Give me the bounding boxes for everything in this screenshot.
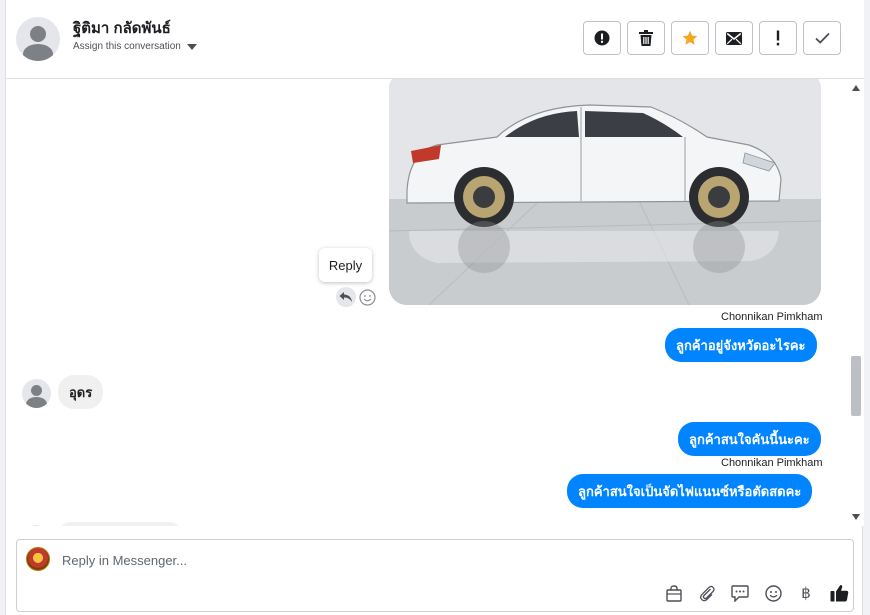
shopping-bag-icon	[666, 584, 682, 602]
reply-icon[interactable]	[336, 287, 356, 307]
smile-icon	[359, 289, 376, 306]
follow-up-button[interactable]	[759, 21, 797, 55]
car-photo-attachment[interactable]	[389, 79, 821, 305]
saved-reply-icon	[731, 584, 749, 602]
emoji-icon	[764, 584, 782, 602]
message-sender-name: Chonnikan Pimkham	[721, 311, 823, 323]
page-avatar	[26, 547, 50, 571]
contact-name[interactable]: ฐิติมา กลัดพันธ์	[73, 16, 171, 40]
outgoing-message[interactable]: ลูกค้าสนใจเป็นจัดไฟแนนซ์หรือตัดสดคะ	[567, 474, 813, 508]
check-icon	[814, 32, 830, 44]
reply-tooltip: Reply	[319, 248, 372, 282]
outgoing-message[interactable]: ลูกค้าสนใจคันนี้นะคะ	[678, 422, 821, 456]
attach-file-button[interactable]	[695, 582, 719, 604]
contact-avatar[interactable]	[16, 17, 60, 61]
customer-avatar-partial	[22, 525, 51, 526]
reply-input[interactable]: Reply in Messenger...	[62, 553, 187, 568]
avatar-head	[31, 385, 42, 396]
scrollbar-thumb[interactable]	[851, 356, 861, 416]
mark-unread-button[interactable]	[715, 21, 753, 55]
alert-circle-icon	[594, 30, 610, 46]
paperclip-icon	[699, 585, 715, 601]
outgoing-message[interactable]: ลูกค้าอยู่จังหวัดอะไรคะ	[665, 328, 817, 362]
baht-icon[interactable]: ฿	[794, 582, 818, 604]
emoji-button[interactable]	[761, 582, 785, 604]
saved-replies-button[interactable]	[728, 582, 752, 604]
scroll-up-arrow-icon[interactable]	[852, 85, 860, 91]
message-thread[interactable]: Reply Chonnikan Pimkham ลูกค้าอยู่จังหวั…	[6, 79, 849, 526]
scroll-down-arrow-icon[interactable]	[852, 514, 860, 520]
avatar-body	[26, 397, 47, 408]
reply-arrow-icon	[339, 292, 352, 302]
thumbs-up-button[interactable]	[827, 582, 851, 604]
react-emoji-icon[interactable]	[359, 289, 376, 306]
conversation-panel: ฐิติมา กลัดพันธ์ Assign this conversatio…	[5, 0, 864, 615]
star-icon	[682, 30, 698, 45]
composer-toolbar: ฿	[662, 582, 851, 604]
avatar-head	[30, 26, 46, 42]
assign-label: Assign this conversation	[73, 41, 181, 52]
thread-scrollbar[interactable]	[849, 79, 864, 526]
mark-done-button[interactable]	[803, 21, 841, 55]
avatar-body	[23, 44, 53, 61]
app-frame: ฐิติมา กลัดพันธ์ Assign this conversatio…	[0, 0, 870, 615]
car-image	[389, 79, 821, 305]
envelope-icon	[726, 31, 742, 45]
incoming-message[interactable]: อุดร	[58, 375, 104, 409]
mark-spam-button[interactable]	[583, 21, 621, 55]
reply-composer[interactable]: Reply in Messenger... ฿	[16, 539, 854, 612]
incoming-message-partial	[60, 522, 180, 526]
conversation-header: ฐิติมา กลัดพันธ์ Assign this conversatio…	[6, 0, 864, 79]
caret-down-icon	[186, 44, 197, 50]
conversation-actions	[583, 21, 841, 55]
assign-conversation-dropdown[interactable]: Assign this conversation	[73, 41, 197, 52]
message-sender-name: Chonnikan Pimkham	[721, 457, 823, 469]
star-button[interactable]	[671, 21, 709, 55]
trash-icon	[639, 30, 653, 46]
delete-button[interactable]	[627, 21, 665, 55]
exclamation-icon	[776, 30, 780, 46]
thumbs-up-icon	[830, 585, 848, 602]
shopping-bag-button[interactable]	[662, 582, 686, 604]
customer-avatar[interactable]	[22, 379, 51, 408]
